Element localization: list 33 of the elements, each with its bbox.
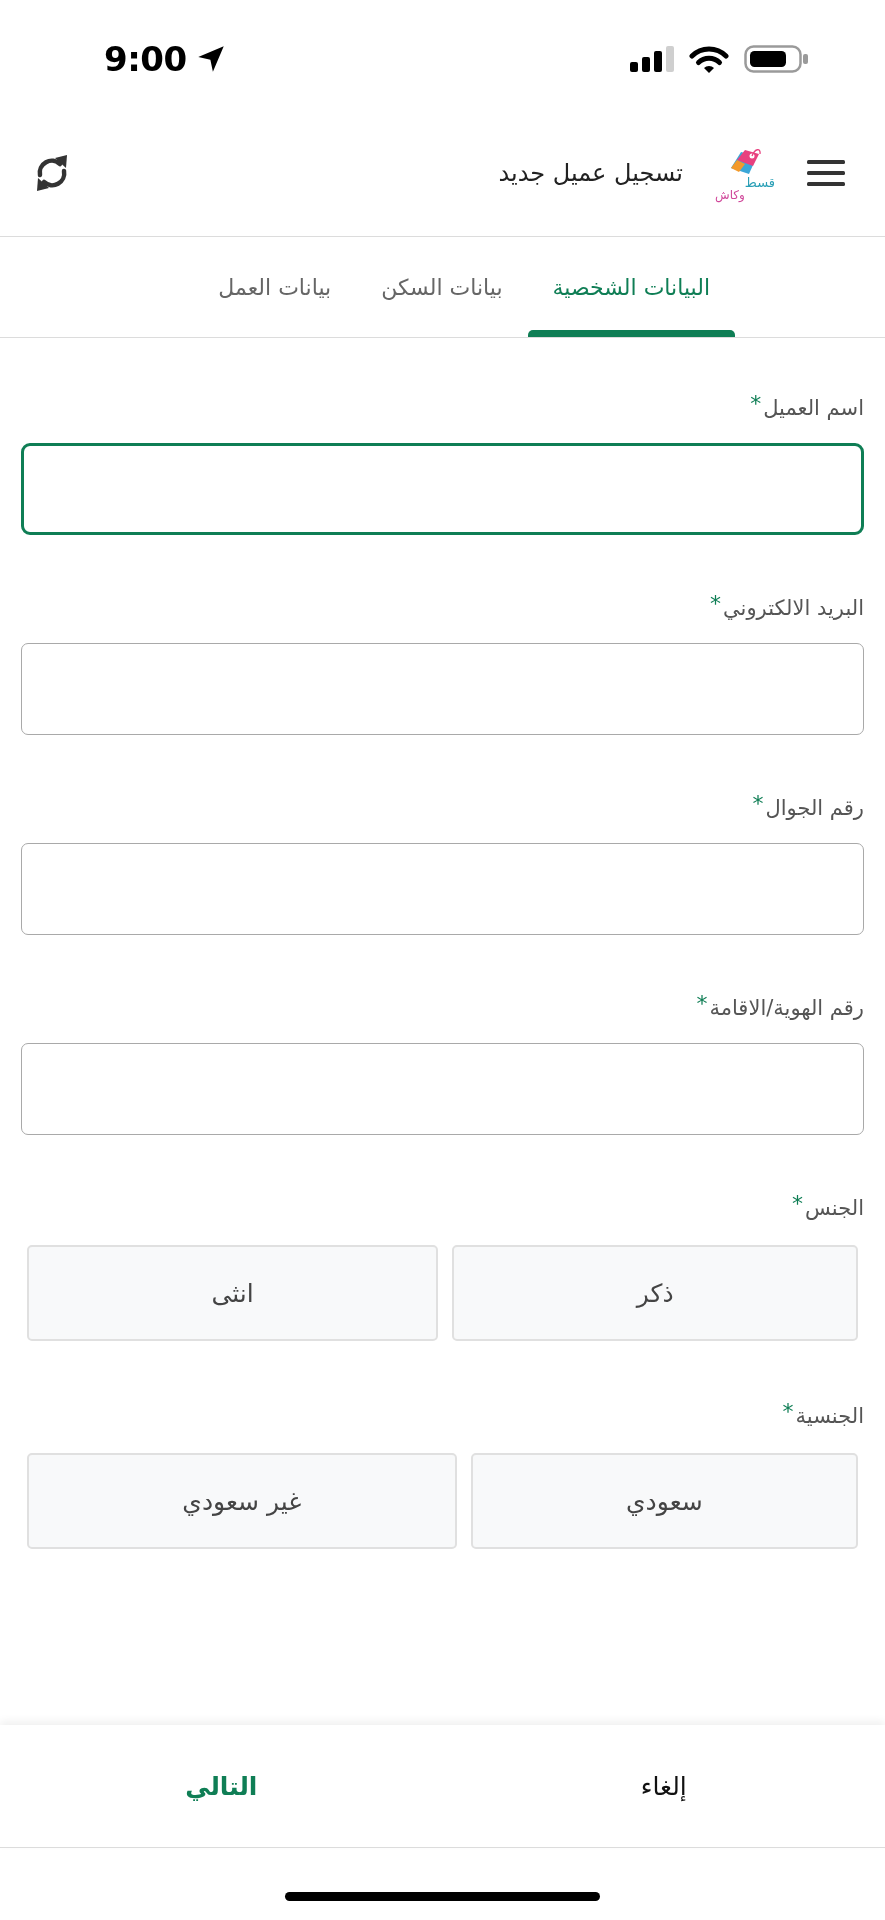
field-label: رقم الهوية/الاقامة — [709, 995, 864, 1022]
required-mark: * — [696, 993, 708, 1015]
field-label: اسم العميل — [763, 395, 864, 422]
cancel-button[interactable]: إلغاء — [442, 1725, 885, 1847]
field-label: البريد الالكتروني — [723, 595, 864, 622]
required-mark: * — [710, 593, 722, 615]
input-field[interactable] — [21, 1043, 864, 1135]
next-button[interactable]: التالي — [0, 1725, 443, 1847]
status-time: 9:00 — [104, 39, 187, 79]
option-button[interactable]: ذكر — [452, 1245, 858, 1341]
signal-icon — [630, 46, 674, 72]
required-mark: * — [750, 393, 762, 415]
option-button[interactable]: سعودي — [470, 1453, 858, 1549]
logo-text: وكاش — [715, 188, 745, 201]
tab[interactable]: بيانات العمل — [193, 237, 357, 337]
option-button[interactable]: انثى — [27, 1245, 439, 1341]
input-field[interactable] — [21, 443, 864, 535]
menu-icon[interactable] — [807, 160, 845, 186]
option-button[interactable]: غير سعودي — [27, 1453, 457, 1549]
tab[interactable]: البيانات الشخصية — [527, 237, 735, 337]
input-field[interactable] — [21, 843, 864, 935]
page-title: تسجيل عميل جديد — [498, 159, 683, 187]
field-label: الجنس — [805, 1195, 864, 1222]
wifi-icon — [689, 45, 729, 73]
required-mark: * — [782, 1401, 794, 1423]
input-field[interactable] — [21, 643, 864, 735]
required-mark: * — [792, 1193, 804, 1215]
field-label: رقم الجوال — [765, 795, 864, 822]
required-mark: * — [752, 793, 764, 815]
battery-icon — [744, 45, 808, 73]
logo-text: قسط — [744, 175, 775, 189]
field-label: الجنسية — [795, 1403, 864, 1430]
tab[interactable]: بيانات السكن — [356, 237, 528, 337]
